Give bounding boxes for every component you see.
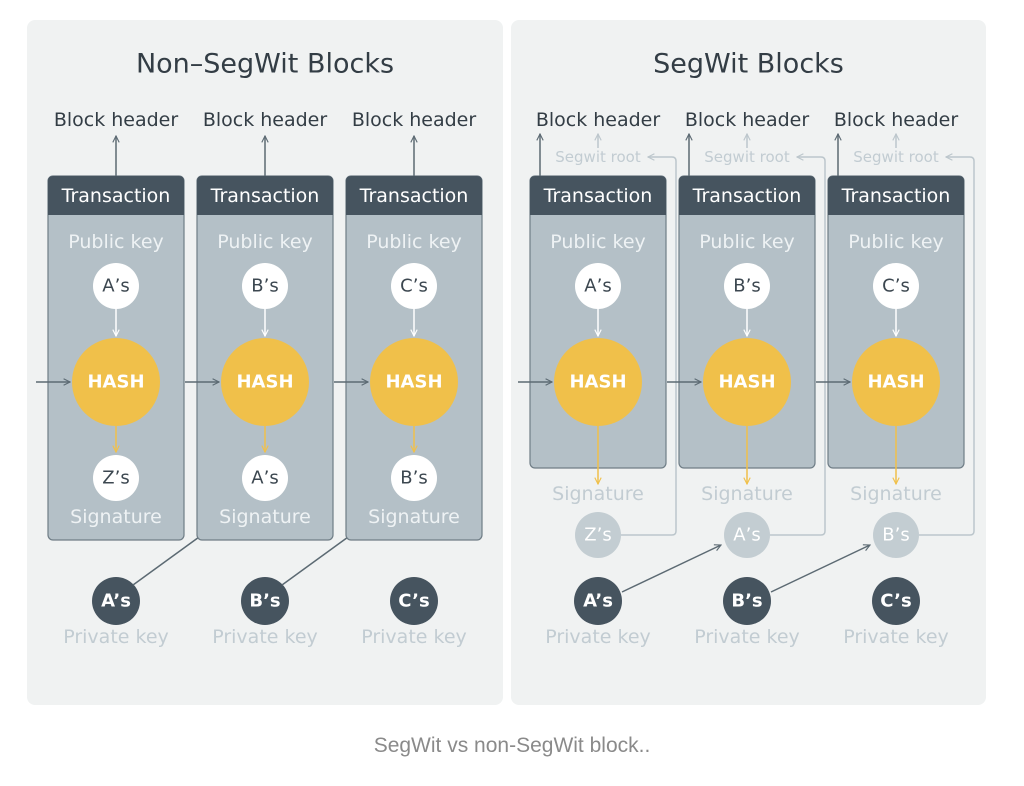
public-key-label: Public key [550,231,646,253]
private-key-value: C’s [398,591,429,612]
non-segwit-panel: Non–SegWit Blocks Transaction Block header… [27,20,503,705]
block-header-label: Block header [536,109,661,131]
signature-value: Z’s [102,468,129,489]
transaction-label: Transaction [359,185,469,207]
transaction-label: Transaction [841,185,951,207]
signature-value: A’s [251,468,278,489]
block-header-label: Block header [685,109,810,131]
panel-title: Non–SegWit Blocks [136,49,394,80]
signature-value: B’s [400,468,427,489]
block-header-label: Block header [54,109,179,131]
private-key-value: A’s [101,591,131,612]
public-key-value: A’s [584,276,611,297]
segwit-root-label: Segwit root [704,148,790,166]
signature-label: Signature [701,483,793,505]
public-key-label: Public key [848,231,944,253]
private-key-label: Private key [843,626,949,648]
private-key-value: B’s [249,591,280,612]
private-key-label: Private key [63,626,169,648]
block-header-label: Block header [352,109,477,131]
private-key-value: A’s [583,591,613,612]
signature-label: Signature [850,483,942,505]
transaction-label: Transaction [61,185,171,207]
hash-label: HASH [87,372,144,393]
signature-label: Signature [368,506,460,528]
signature-label: Signature [219,506,311,528]
hash-label: HASH [236,372,293,393]
signature-value: B’s [882,525,909,546]
public-key-value: B’s [733,276,760,297]
public-key-value: B’s [251,276,278,297]
public-key-value: C’s [882,276,910,297]
private-key-value: B’s [731,591,762,612]
public-key-value: A’s [102,276,129,297]
private-key-label: Private key [545,626,651,648]
transaction-label: Transaction [210,185,320,207]
public-key-label: Public key [68,231,164,253]
segwit-panel: SegWit Blocks Transaction Block header Segw… [511,20,986,705]
public-key-value: C’s [400,276,428,297]
transaction-label: Transaction [543,185,653,207]
transaction-label: Transaction [692,185,802,207]
private-key-label: Private key [212,626,318,648]
signature-label: Signature [552,483,644,505]
public-key-label: Public key [699,231,795,253]
block-header-label: Block header [834,109,959,131]
private-key-value: C’s [880,591,911,612]
segwit-root-label: Segwit root [853,148,939,166]
public-key-label: Public key [366,231,462,253]
private-key-label: Private key [361,626,467,648]
hash-label: HASH [718,372,775,393]
panel-title: SegWit Blocks [653,49,844,80]
figure-caption: SegWit vs non-SegWit block.. [373,734,651,757]
hash-label: HASH [867,372,924,393]
private-key-label: Private key [694,626,800,648]
segwit-root-label: Segwit root [555,148,641,166]
block-header-label: Block header [203,109,328,131]
signature-label: Signature [70,506,162,528]
hash-label: HASH [385,372,442,393]
public-key-label: Public key [217,231,313,253]
signature-value: A’s [733,525,760,546]
hash-label: HASH [569,372,626,393]
signature-value: Z’s [584,525,611,546]
segwit-comparison-diagram: Non–SegWit Blocks Transaction Block header… [27,20,986,705]
